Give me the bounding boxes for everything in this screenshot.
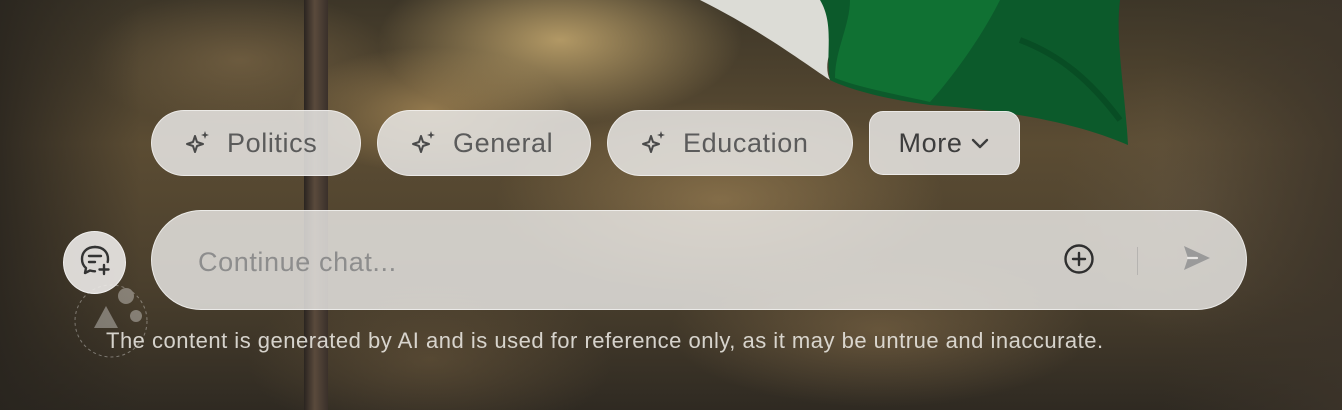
input-divider — [1137, 247, 1138, 275]
chip-label: Education — [683, 127, 809, 158]
chip-politics[interactable]: Politics — [151, 110, 361, 176]
more-button[interactable]: More — [869, 111, 1020, 175]
sparkle-icon — [183, 128, 213, 158]
chip-general[interactable]: General — [377, 110, 591, 176]
chat-screen: Politics General Education More Continue… — [0, 0, 1342, 410]
sparkle-icon — [409, 128, 439, 158]
new-chat-button[interactable] — [63, 231, 126, 294]
sparkle-icon — [639, 128, 669, 158]
new-chat-icon — [78, 243, 112, 282]
send-icon — [1181, 242, 1213, 279]
plus-circle-icon — [1063, 243, 1095, 280]
send-button[interactable] — [1180, 243, 1214, 277]
chip-education[interactable]: Education — [607, 110, 853, 176]
chip-label: General — [453, 127, 554, 158]
ai-disclaimer: The content is generated by AI and is us… — [106, 328, 1104, 353]
chevron-down-icon — [970, 136, 990, 150]
chip-label: Politics — [227, 127, 318, 158]
right-vignette — [1162, 0, 1342, 410]
attach-button[interactable] — [1062, 243, 1096, 280]
chat-input[interactable] — [196, 237, 1020, 287]
chat-input-bar — [151, 210, 1247, 310]
more-label: More — [898, 127, 963, 158]
